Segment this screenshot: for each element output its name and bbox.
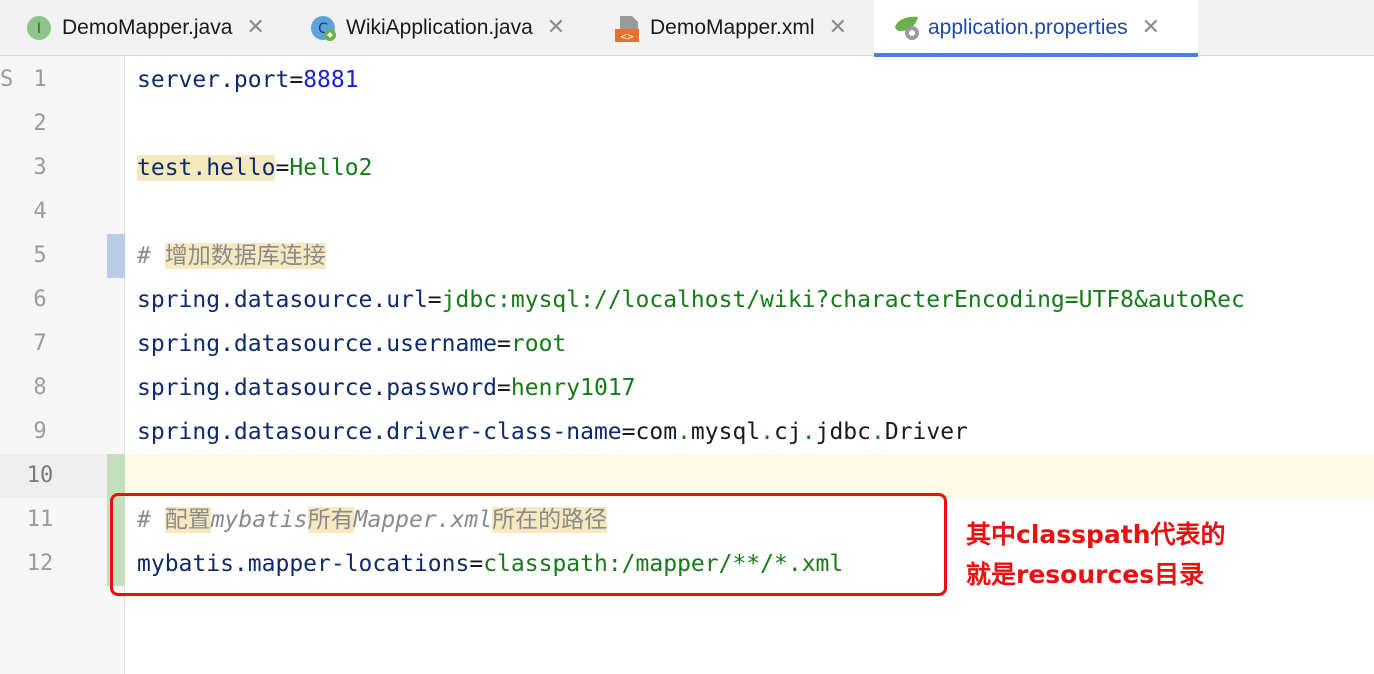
line-number: 11: [26, 507, 54, 532]
value-dot: .: [801, 419, 816, 445]
value-segment: cj: [774, 419, 802, 445]
gutter-edge-char: S: [0, 67, 14, 92]
modified-line-marker[interactable]: [107, 234, 125, 278]
line-number: 9: [33, 419, 47, 444]
code-line-5: # 增加数据库连接: [137, 234, 326, 278]
line-number: 5: [33, 243, 47, 268]
class-icon: C: [310, 15, 336, 41]
property-value: 8881: [303, 67, 359, 93]
property-key: spring.datasource.url: [137, 287, 428, 313]
equals-sign: =: [275, 155, 290, 181]
tab-label: DemoMapper.java: [62, 16, 233, 39]
close-icon[interactable]: ✕: [829, 17, 847, 39]
annotation-line: 就是resources目录: [966, 560, 1205, 589]
tab-application-properties[interactable]: application.properties ✕: [874, 0, 1198, 57]
tab-wikiapplication-java[interactable]: C WikiApplication.java ✕: [298, 0, 600, 56]
xml-file-icon: <>: [614, 15, 640, 43]
value-segment: mysql: [690, 419, 761, 445]
editor-tab-bar: I DemoMapper.java ✕ C WikiApplication.ja…: [0, 0, 1374, 57]
spring-properties-icon: [892, 15, 919, 41]
svg-text:I: I: [37, 21, 41, 37]
tab-label: application.properties: [928, 16, 1128, 39]
property-key: spring.datasource.driver-class-name: [137, 419, 622, 445]
svg-text:<>: <>: [620, 30, 634, 43]
value-dot: .: [870, 419, 885, 445]
annotation-highlight-box: [110, 493, 947, 596]
line-number: 4: [33, 199, 47, 224]
tab-demomapper-xml[interactable]: <> DemoMapper.xml ✕: [600, 0, 874, 56]
line-number: 8: [33, 375, 47, 400]
close-icon[interactable]: ✕: [246, 17, 264, 39]
property-key: server.port: [137, 67, 290, 93]
tab-label: DemoMapper.xml: [650, 16, 815, 39]
value-segment: jdbc: [815, 419, 871, 445]
line-number: 6: [33, 287, 47, 312]
code-line-8: spring.datasource.password=henry1017: [137, 366, 636, 410]
equals-sign: =: [621, 419, 636, 445]
line-number: 10: [26, 463, 54, 488]
code-line-1: server.port=8881: [137, 58, 359, 102]
property-value: jdbc:mysql://localhost/wiki?characterEnc…: [441, 287, 1245, 313]
code-line-9: spring.datasource.driver-class-name=com.…: [137, 410, 968, 454]
line-number-gutter[interactable]: S 1 2 3 4 5 6 7 8 9 10 11 12: [0, 56, 125, 674]
equals-sign: =: [497, 331, 511, 357]
close-icon[interactable]: ✕: [1142, 17, 1160, 39]
code-line-7: spring.datasource.username=root: [137, 322, 566, 366]
value-segment: Driver: [884, 419, 968, 445]
close-icon[interactable]: ✕: [547, 17, 565, 39]
property-key: test.hello: [137, 155, 276, 181]
code-line-3: test.hello=Hello2: [137, 146, 372, 190]
current-line-highlight: [125, 454, 1374, 498]
property-value: henry1017: [510, 375, 636, 401]
line-number: 7: [33, 331, 47, 356]
property-value: Hello2: [289, 155, 373, 181]
line-number: 3: [33, 155, 47, 180]
value-segment: com: [635, 419, 678, 445]
property-key: spring.datasource.password: [137, 375, 498, 401]
annotation-line: 其中classpath代表的: [966, 520, 1226, 549]
equals-sign: =: [427, 287, 442, 313]
comment-text: 增加数据库连接: [164, 243, 326, 269]
comment-hash: #: [137, 243, 165, 269]
value-dot: .: [760, 419, 775, 445]
line-number: 2: [33, 111, 47, 136]
equals-sign: =: [497, 375, 511, 401]
line-number: 1: [33, 67, 47, 92]
value-dot: .: [677, 419, 691, 445]
interface-icon: I: [26, 15, 52, 41]
tab-demomapper-java[interactable]: I DemoMapper.java ✕: [0, 0, 298, 56]
line-number: 12: [26, 551, 54, 576]
code-line-6: spring.datasource.url=jdbc:mysql://local…: [137, 278, 1245, 322]
equals-sign: =: [289, 67, 304, 93]
annotation-note: 其中classpath代表的 就是resources目录: [966, 515, 1226, 595]
tab-label: WikiApplication.java: [346, 16, 533, 39]
property-value: root: [510, 331, 567, 357]
property-key: spring.datasource.username: [137, 331, 498, 357]
